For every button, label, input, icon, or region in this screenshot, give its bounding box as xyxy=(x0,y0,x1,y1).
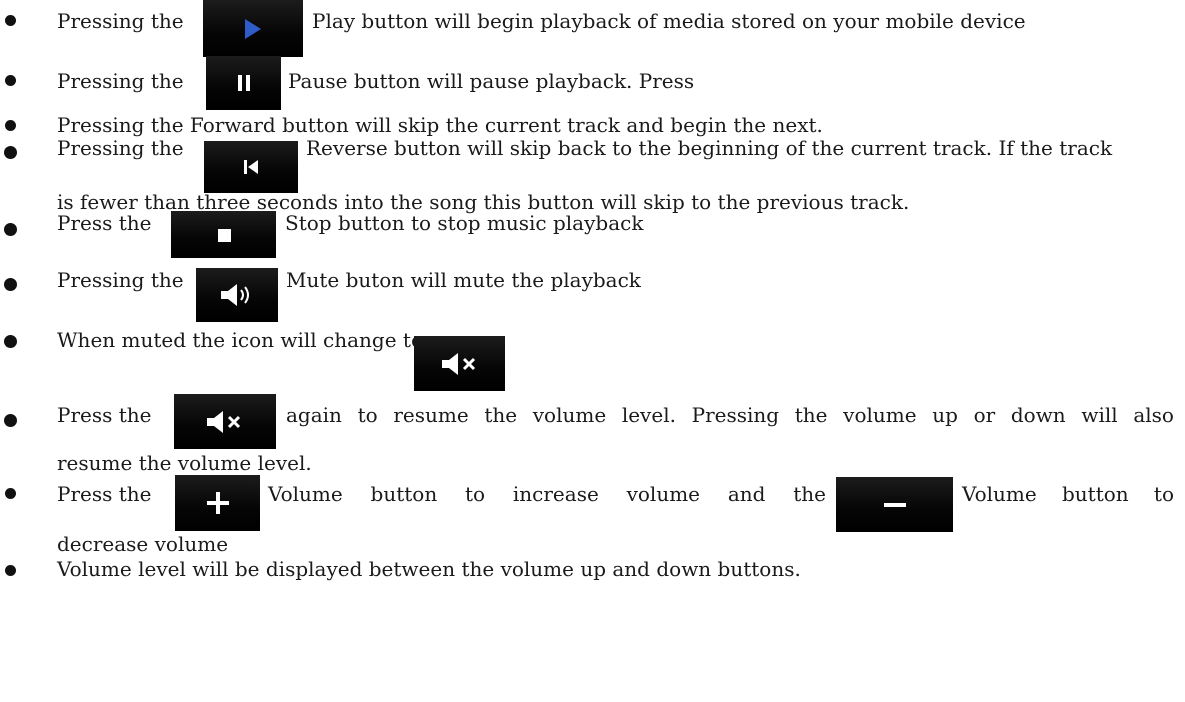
word: to xyxy=(1153,482,1174,506)
level-text: Volume level will be displayed between t… xyxy=(57,557,801,581)
pause-icon xyxy=(237,75,250,91)
word: Volume xyxy=(268,482,343,506)
mute-button xyxy=(196,268,278,322)
stop-text-post: Stop button to stop music playback xyxy=(285,211,644,235)
play-icon xyxy=(245,18,261,39)
speaker-muted-icon xyxy=(207,410,241,433)
reverse-text-post: Reverse button will skip back to the beg… xyxy=(306,136,1113,160)
word: to xyxy=(465,482,486,506)
word: down xyxy=(1010,403,1066,427)
bullet xyxy=(4,414,17,427)
bullet xyxy=(4,146,17,159)
word: Volume xyxy=(962,482,1037,506)
pause-button xyxy=(206,56,281,110)
word: volume xyxy=(626,482,701,506)
word: and xyxy=(727,482,766,506)
word: the xyxy=(793,482,826,506)
pause-text-pre: Pressing the xyxy=(57,69,184,93)
bullet xyxy=(5,15,16,26)
muted-button xyxy=(174,394,276,449)
forward-text: Pressing the Forward button will skip th… xyxy=(57,113,823,137)
word: button xyxy=(1061,482,1129,506)
skip-back-icon xyxy=(244,160,258,174)
word: increase xyxy=(512,482,599,506)
bullet xyxy=(5,120,16,131)
word: level. xyxy=(621,403,676,427)
muted-icon-example xyxy=(414,336,505,391)
stop-button xyxy=(171,211,276,258)
bullet xyxy=(4,223,17,236)
muted-text: When muted the icon will change to xyxy=(57,328,424,352)
play-text-post: Play button will begin playback of media… xyxy=(312,9,1026,33)
word: the xyxy=(484,403,518,427)
volume-text-cont: decrease volume xyxy=(57,532,229,556)
volume-up-button xyxy=(175,475,260,531)
volume-minus-icon xyxy=(883,502,906,507)
volume-down-button xyxy=(836,477,953,532)
bullet xyxy=(4,335,17,348)
bullet xyxy=(4,278,17,291)
volume-text-mid: Volume button to increase volume and the xyxy=(268,482,826,506)
mute-text-pre: Pressing the xyxy=(57,268,184,292)
play-button xyxy=(203,0,303,57)
word: or xyxy=(973,403,996,427)
volume-plus-icon xyxy=(206,492,229,514)
word: again xyxy=(286,403,342,427)
pause-text-post: Pause button will pause playback. Press xyxy=(288,69,695,93)
word: the xyxy=(794,403,828,427)
stop-text-pre: Press the xyxy=(57,211,152,235)
stop-icon xyxy=(217,228,231,242)
word: also xyxy=(1133,403,1174,427)
word: up xyxy=(932,403,958,427)
bullet xyxy=(5,565,16,576)
volume-text-pre: Press the xyxy=(57,482,152,506)
word: will xyxy=(1081,403,1118,427)
word: to xyxy=(357,403,378,427)
word: resume xyxy=(393,403,469,427)
word: volume xyxy=(532,403,607,427)
resume-text-cont: resume the volume level. xyxy=(57,451,312,475)
volume-text-post: Volume button to xyxy=(962,482,1174,506)
word: button xyxy=(370,482,438,506)
word: Pressing xyxy=(691,403,780,427)
play-text-pre: Pressing the xyxy=(57,9,184,33)
speaker-icon xyxy=(221,284,249,306)
resume-text-pre: Press the xyxy=(57,403,152,427)
speaker-muted-icon xyxy=(441,352,475,375)
bullet xyxy=(5,488,16,499)
mute-text-post: Mute buton will mute the playback xyxy=(286,268,641,292)
reverse-text-pre: Pressing the xyxy=(57,136,184,160)
reverse-button xyxy=(204,141,298,193)
bullet xyxy=(5,75,16,86)
word: volume xyxy=(843,403,917,427)
resume-text-post: again to resume the volume level. Pressi… xyxy=(286,403,1174,427)
